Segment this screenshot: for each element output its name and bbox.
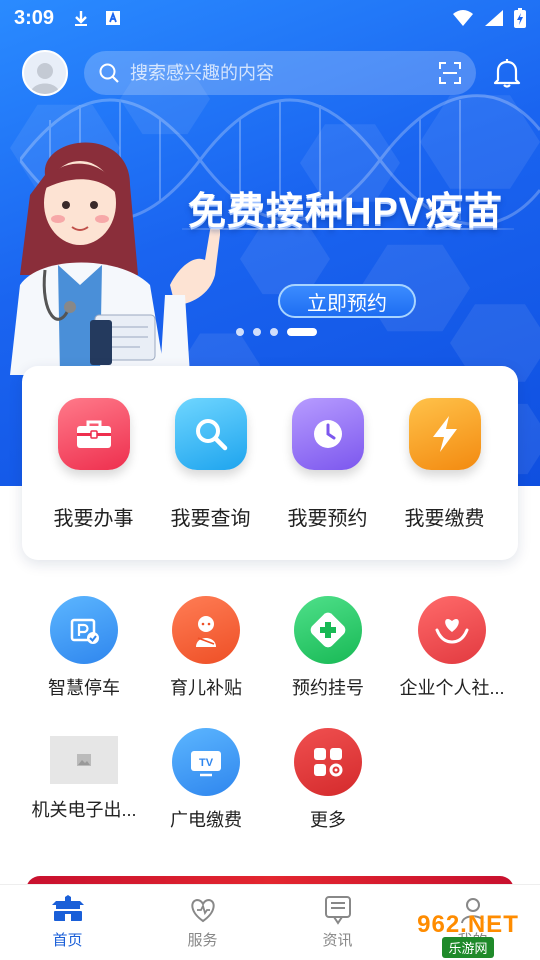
quick-action-query[interactable]: 我要查询 (152, 398, 269, 531)
signal-icon (485, 10, 503, 26)
service-label: 智慧停车 (48, 678, 120, 698)
service-label: 企业个人社... (399, 678, 505, 698)
nav-label: 服务 (187, 932, 218, 949)
quick-action-label: 我要查询 (170, 508, 251, 530)
service-label: 育儿补贴 (170, 678, 242, 698)
heart-icon (190, 898, 215, 923)
service-gov-e-document[interactable]: 机关电子出... (24, 728, 144, 822)
quick-action-payment[interactable]: 我要缴费 (386, 398, 503, 531)
service-childcare-subsidy[interactable]: 育儿补贴 (146, 596, 266, 700)
download-icon (75, 11, 88, 26)
battery-charging-icon (514, 8, 526, 28)
status-bar: 3:09 (0, 0, 540, 36)
carousel-dot[interactable] (236, 328, 244, 336)
search-input[interactable] (130, 62, 438, 84)
medical-cross-icon (294, 596, 362, 664)
nav-home[interactable]: 首页 (0, 885, 135, 960)
news-icon (324, 896, 351, 925)
nav-label: 资讯 (322, 932, 353, 949)
quick-action-handle-affairs[interactable]: 我要办事 (35, 398, 152, 531)
service-book-registration[interactable]: 预约挂号 (268, 596, 388, 700)
search-bar[interactable] (84, 51, 476, 95)
doctor-illustration (10, 142, 220, 375)
wifi-icon (453, 10, 473, 26)
search-icon (174, 398, 247, 470)
baby-icon (172, 596, 240, 664)
service-more[interactable]: 更多 (268, 728, 388, 832)
carousel-indicator[interactable] (236, 328, 317, 336)
watermark-sub: 乐游网 (442, 936, 494, 958)
carousel-dot[interactable] (270, 328, 278, 336)
heart-hands-icon (418, 596, 486, 664)
image-placeholder-icon (50, 736, 118, 784)
briefcase-icon (57, 398, 130, 470)
service-label: 广电缴费 (170, 810, 242, 830)
service-broadcast-payment[interactable]: TV 广电缴费 (146, 728, 266, 832)
nav-news[interactable]: 资讯 (270, 885, 405, 960)
quick-action-label: 我要缴费 (404, 508, 485, 530)
site-watermark: 962.NET 乐游网 (400, 910, 536, 958)
banner-title: 免费接种HPV疫苗 (188, 191, 504, 233)
service-label: 机关电子出... (31, 800, 137, 820)
search-icon (99, 63, 119, 83)
service-label: 预约挂号 (292, 678, 364, 698)
quick-action-appointment[interactable]: 我要预约 (269, 398, 386, 531)
quick-actions-card: 我要办事 我要查询 我要预约 我要缴费 (22, 366, 518, 560)
svg-text:TV: TV (199, 757, 214, 769)
clock-icon (291, 398, 364, 470)
quick-action-label: 我要办事 (53, 508, 134, 530)
status-time: 3:09 (14, 6, 55, 29)
nav-services[interactable]: 服务 (135, 885, 270, 960)
book-now-button[interactable]: 立即预约 (278, 284, 416, 318)
nav-label: 首页 (52, 932, 83, 949)
user-avatar[interactable] (22, 50, 68, 96)
keyboard-a-icon (106, 11, 121, 25)
banner-underline (182, 228, 514, 230)
tv-icon: TV (172, 728, 240, 796)
service-label: 更多 (310, 810, 346, 830)
avatar-icon (30, 63, 60, 94)
service-social-security[interactable]: 企业个人社... (392, 596, 512, 700)
notification-bell-icon[interactable] (490, 56, 524, 90)
watermark-brand: 962.NET (417, 910, 519, 938)
carousel-dot[interactable] (253, 328, 261, 336)
home-icon (51, 895, 84, 921)
lightning-icon (408, 398, 481, 470)
service-smart-parking[interactable]: 智慧停车 (24, 596, 144, 700)
quick-action-label: 我要预约 (287, 508, 368, 530)
parking-icon (50, 596, 118, 664)
scan-icon[interactable] (438, 61, 462, 85)
grid-more-icon (294, 728, 362, 796)
carousel-dot-active[interactable] (287, 328, 317, 336)
